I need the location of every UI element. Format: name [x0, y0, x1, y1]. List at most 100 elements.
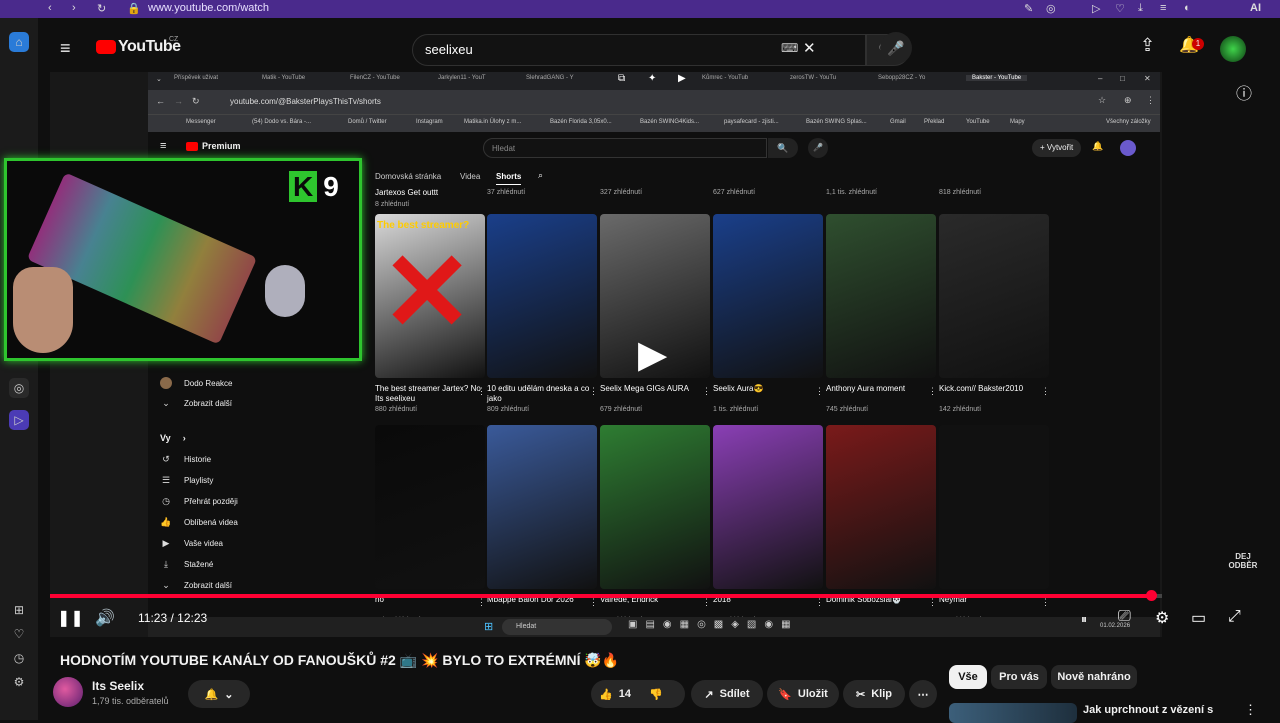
search-icon[interactable]: ⌕: [538, 170, 543, 181]
grid-icon[interactable]: ⊞: [9, 600, 29, 620]
sidebar-item-channel[interactable]: Dodo Reakce: [160, 377, 232, 389]
inner-tab[interactable]: Jarkylen11 - YouT: [438, 75, 486, 81]
recommended-thumbnail[interactable]: [949, 703, 1077, 723]
more-icon[interactable]: ⋮: [589, 597, 598, 608]
inner-tab[interactable]: Příspěvek uživat: [174, 75, 218, 81]
bookmark[interactable]: Messenger: [186, 119, 216, 125]
sidebar-item-show-more[interactable]: ⌄ Zobrazit další: [160, 580, 232, 591]
create-button[interactable]: + Vytvořit: [1032, 139, 1082, 157]
sidebar-app-icon[interactable]: ◎: [9, 378, 29, 398]
tab-videos[interactable]: Videa: [460, 172, 480, 181]
more-icon[interactable]: ⋮: [815, 386, 824, 397]
keyboard-icon[interactable]: ⌨: [781, 41, 798, 55]
inner-tab[interactable]: FilenCZ - YouTube: [350, 75, 400, 81]
bookmark[interactable]: paysafecard - zjisti...: [724, 119, 779, 125]
short-title[interactable]: Kick.com// Bakster2010: [939, 384, 1045, 394]
extensions-icon[interactable]: ⊕: [1124, 95, 1132, 106]
short-title[interactable]: 10 editu udělám dneska a co jako: [487, 384, 593, 404]
media-icon[interactable]: ▶: [678, 73, 686, 84]
short-thumbnail[interactable]: [600, 425, 710, 589]
subtitles-icon[interactable]: ⎚: [1118, 608, 1131, 626]
edit-icon[interactable]: ✎: [1024, 2, 1033, 15]
short-thumbnail[interactable]: [826, 214, 936, 378]
info-icon[interactable]: ⓘ: [1236, 80, 1252, 104]
short-thumbnail[interactable]: [487, 214, 597, 378]
sparkle-icon[interactable]: ✦: [648, 73, 656, 84]
pause-icon[interactable]: ❚❚: [57, 608, 84, 628]
bookmark[interactable]: Bazén SWING Splas...: [806, 119, 867, 125]
hamburger-icon[interactable]: ≡: [160, 140, 166, 152]
tab-shorts[interactable]: Shorts: [496, 172, 522, 185]
short-title[interactable]: Seelix Aura😎: [713, 384, 819, 394]
avatar[interactable]: [1220, 36, 1246, 62]
short-thumbnail[interactable]: [713, 425, 823, 589]
home-icon[interactable]: ⌂: [9, 32, 29, 52]
premium-logo[interactable]: Premium: [202, 141, 241, 151]
inner-tab[interactable]: SlehradGANG - Y: [526, 75, 574, 81]
taskbar-search[interactable]: Hledat: [502, 619, 612, 635]
avatar[interactable]: [1120, 140, 1136, 156]
menu-icon[interactable]: ≡: [1160, 2, 1166, 14]
more-icon[interactable]: ⋮: [1041, 597, 1050, 608]
bookmark-folder[interactable]: Všechny záložky: [1106, 119, 1151, 125]
more-icon[interactable]: ⋮: [928, 597, 937, 608]
upload-icon[interactable]: ⇪: [1140, 35, 1155, 56]
bookmark[interactable]: Matika.in Úlohy z m...: [464, 119, 521, 125]
bell-icon[interactable]: 🔔: [1092, 141, 1103, 152]
more-icon[interactable]: ⋮: [477, 386, 486, 397]
youtube-logo-icon[interactable]: [96, 40, 116, 54]
more-button[interactable]: ⋯: [909, 680, 937, 708]
maximize-icon[interactable]: □: [1120, 74, 1125, 83]
more-icon[interactable]: ⋮: [589, 386, 598, 397]
bookmark[interactable]: Překlad: [924, 119, 944, 125]
more-icon[interactable]: ⋮: [1146, 95, 1155, 106]
inner-search-input[interactable]: Hledat: [483, 138, 767, 158]
short-thumbnail[interactable]: [826, 425, 936, 589]
sidebar-section-you[interactable]: Vy ›: [160, 433, 186, 443]
sidebar-item-history[interactable]: ↺ Historie: [160, 454, 211, 465]
chip-for-you[interactable]: Pro vás: [991, 665, 1047, 689]
short-thumbnail[interactable]: The best streamer? ✕: [375, 214, 485, 378]
short-title[interactable]: Jartexos Get outtt: [375, 188, 481, 198]
sidebar-item-watch-later[interactable]: ◷ Přehrát později: [160, 496, 238, 507]
bookmark[interactable]: (54) Dodo vs. Bára -...: [252, 119, 311, 125]
search-icon[interactable]: 🔍: [768, 138, 798, 158]
search-input[interactable]: seelixeu ⌨ ✕: [412, 34, 866, 66]
short-thumbnail[interactable]: [487, 425, 597, 589]
autoplay-toggle[interactable]: ⏸: [1081, 612, 1087, 627]
bookmark[interactable]: Domů / Twitter: [348, 119, 387, 125]
back-icon[interactable]: ‹: [48, 2, 52, 14]
inner-address-bar[interactable]: youtube.com/@BaksterPlaysThisTv/shorts: [230, 97, 381, 106]
heart-icon[interactable]: ♡: [1115, 2, 1125, 15]
short-thumbnail[interactable]: [939, 425, 1049, 589]
save-button[interactable]: 🔖 Uložit: [767, 680, 839, 708]
inner-tab[interactable]: Sebopp28CZ - Yo: [878, 75, 925, 81]
settings-icon[interactable]: ⚙: [9, 672, 29, 692]
bookmark[interactable]: Bazén Florida 3,05x0...: [550, 119, 612, 125]
chip-new[interactable]: Nově nahráno: [1051, 665, 1137, 689]
bookmark[interactable]: Mapy: [1010, 119, 1025, 125]
recommended-title[interactable]: Jak uprchnout z vězení s: [1083, 704, 1213, 716]
chip-all[interactable]: Vše: [949, 665, 987, 689]
taskbar-apps-icon[interactable]: ▣▤◉▦◎▩◈▧◉▦: [628, 619, 799, 630]
channel-name[interactable]: Its Seelix: [92, 679, 144, 693]
forward-icon[interactable]: ›: [72, 2, 76, 14]
more-icon[interactable]: ⋮: [928, 386, 937, 397]
progress-handle[interactable]: [1145, 590, 1157, 601]
back-icon[interactable]: ←: [156, 96, 165, 106]
sidebar-item-playlists[interactable]: ☰ Playlisty: [160, 475, 213, 486]
bookmark[interactable]: Gmail: [890, 119, 906, 125]
inner-tab[interactable]: Matik - YouTube: [262, 75, 305, 81]
more-icon[interactable]: ⋮: [815, 597, 824, 608]
reload-icon[interactable]: ↻: [97, 2, 106, 15]
sidebar-item-show-more[interactable]: ⌄ Zobrazit další: [160, 398, 232, 409]
clear-search-icon[interactable]: ✕: [803, 39, 816, 57]
mic-icon[interactable]: 🎤: [880, 32, 912, 64]
clock-icon[interactable]: ◷: [9, 648, 29, 668]
fullscreen-icon[interactable]: ⤢: [1228, 608, 1241, 626]
more-icon[interactable]: ⋮: [477, 597, 486, 608]
download-icon[interactable]: ⤓: [1138, 2, 1143, 15]
share-button[interactable]: ↗ Sdílet: [691, 680, 763, 708]
tab-home[interactable]: Domovská stránka: [375, 172, 441, 181]
volume-icon[interactable]: 🔊: [95, 608, 115, 628]
